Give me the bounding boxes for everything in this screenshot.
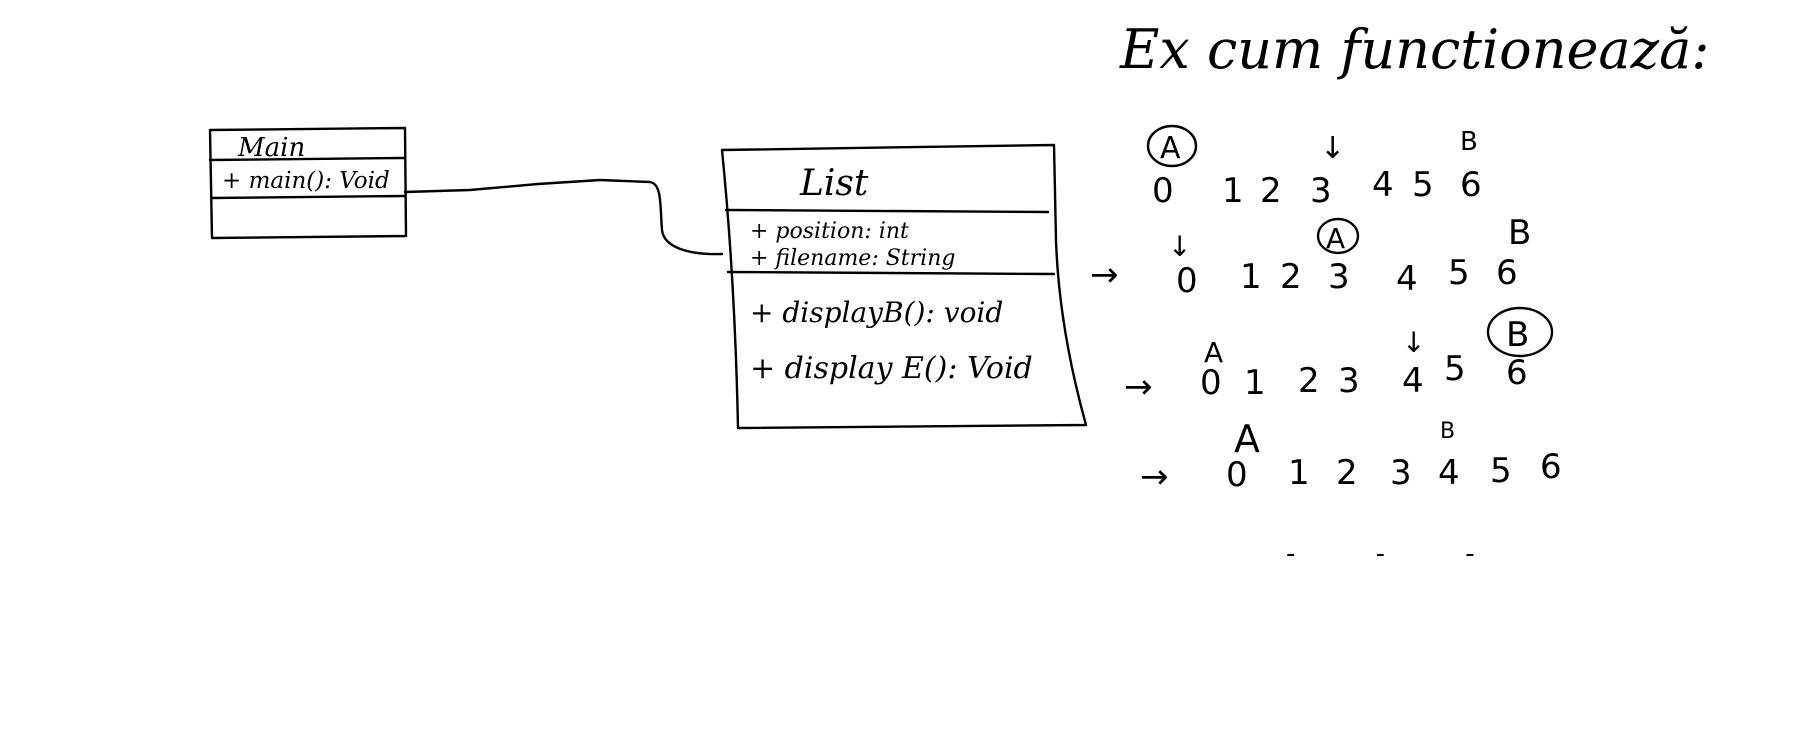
- digit: 4: [1402, 361, 1424, 401]
- digit: 3: [1338, 361, 1360, 401]
- step-arrow: →: [1090, 255, 1119, 295]
- list-attribute-position: + position: int: [750, 219, 909, 244]
- digit: 3: [1390, 453, 1412, 493]
- example-row-1: A ↓ B 0 1 2 3 4 5 6: [1146, 124, 1482, 211]
- list-attribute-filename: + filename: String: [750, 246, 955, 271]
- digit-row: 0 1 2 3 4 5 6: [1226, 447, 1562, 495]
- main-class-method: + main(): Void: [222, 168, 390, 194]
- digit: 4: [1372, 165, 1394, 205]
- digit: 6: [1460, 165, 1482, 205]
- digit-row: 0 1 2 3 4 5 6: [1176, 253, 1518, 301]
- digit: 2: [1280, 257, 1302, 297]
- down-arrow: ↓: [1402, 326, 1425, 359]
- digit: 5: [1444, 349, 1466, 389]
- digit: 6: [1506, 353, 1528, 393]
- list-method-displayE: + display E(): Void: [750, 351, 1033, 386]
- digit: 5: [1412, 165, 1434, 205]
- digit: 5: [1490, 451, 1512, 491]
- ellipsis: - - -: [1286, 539, 1511, 569]
- digit: 4: [1396, 259, 1418, 299]
- pointer-b-label: B: [1440, 419, 1455, 444]
- digit: 2: [1336, 453, 1358, 493]
- example-row-2: → ↓ A B 0 1 2 3 4 5 6: [1090, 213, 1531, 301]
- digit: 6: [1496, 253, 1518, 293]
- main-class-box: Main + main(): Void: [208, 126, 408, 240]
- pointer-a-label: A: [1326, 222, 1345, 255]
- digit: 1: [1240, 257, 1262, 297]
- association-line: [403, 178, 724, 256]
- digit: 2: [1298, 361, 1320, 401]
- down-arrow: ↓: [1168, 230, 1191, 263]
- list-class-box: List + position: int + filename: String …: [720, 143, 1088, 430]
- digit: 3: [1310, 171, 1332, 211]
- digit: 1: [1222, 171, 1244, 211]
- step-arrow: →: [1140, 457, 1169, 497]
- digit-row: 0 1 2 3 4 5 6: [1152, 165, 1482, 211]
- example-row-4: → A B 0 1 2 3 4 5 6: [1140, 417, 1562, 497]
- digit: 1: [1288, 453, 1310, 493]
- pointer-b-label: B: [1460, 127, 1478, 157]
- digit: 2: [1260, 171, 1282, 211]
- down-arrow: ↓: [1320, 131, 1345, 166]
- digit: 0: [1226, 455, 1248, 495]
- example-row-3: → A ↓ B 0 1 2 3 4 5 6: [1124, 306, 1554, 407]
- list-class-name: List: [799, 163, 869, 204]
- digit: 3: [1328, 257, 1350, 297]
- digit: 0: [1152, 171, 1174, 211]
- digit-row: 0 1 2 3 4 5 6: [1200, 349, 1528, 403]
- digit: 0: [1176, 261, 1198, 301]
- pointer-b-label: B: [1508, 213, 1531, 253]
- digit: 0: [1200, 363, 1222, 403]
- pointer-a-label: A: [1160, 131, 1181, 166]
- whiteboard-canvas: Main + main(): Void List + position: int…: [208, 18, 1709, 569]
- digit: 1: [1244, 363, 1266, 403]
- pointer-b-label: B: [1506, 315, 1529, 355]
- digit: 5: [1448, 253, 1470, 293]
- digit: 6: [1540, 447, 1562, 487]
- example-title: Ex cum functionează:: [1119, 18, 1709, 81]
- list-method-displayB: + displayB(): void: [750, 296, 1003, 329]
- step-arrow: →: [1124, 367, 1153, 407]
- main-class-name: Main: [237, 133, 305, 163]
- digit: 4: [1438, 453, 1460, 493]
